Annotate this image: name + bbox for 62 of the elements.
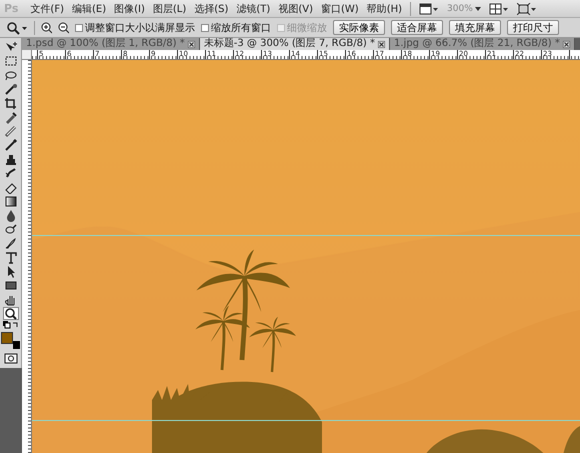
menu-item[interactable]: 文件(F) [30, 2, 64, 16]
marquee-icon [4, 55, 18, 68]
menu-item[interactable]: 图像(I) [114, 2, 145, 16]
menu-item[interactable]: 滤镜(T) [236, 2, 270, 16]
background-color-swatch[interactable] [12, 340, 20, 350]
tool-button[interactable] [2, 69, 18, 82]
rectangle-icon [4, 279, 18, 292]
tool-button[interactable] [2, 181, 18, 194]
menu-item[interactable]: 视图(V) [278, 2, 313, 16]
crop-icon [4, 97, 18, 110]
history-brush-icon [4, 167, 18, 180]
quick-select-icon [4, 83, 18, 96]
zoom-preset-button[interactable]: 适合屏幕 [391, 20, 443, 35]
close-icon[interactable] [378, 40, 386, 48]
hand-icon [4, 293, 18, 306]
tool-button[interactable] [2, 167, 18, 180]
arrange-documents-icon[interactable] [488, 2, 509, 14]
ruler-corner[interactable] [22, 50, 32, 60]
default-colors-icon[interactable] [2, 321, 18, 329]
zoom-out-icon[interactable] [58, 22, 69, 34]
tool-button[interactable] [2, 83, 18, 96]
dodge-icon [4, 223, 18, 236]
tool-button[interactable] [2, 97, 18, 110]
checkbox-label: 缩放所有窗口 [211, 22, 271, 34]
zoom-preset-button[interactable]: 填充屏幕 [449, 20, 501, 35]
screen-mode-icon[interactable] [516, 2, 537, 14]
gradient-icon [4, 195, 18, 208]
close-icon[interactable] [562, 40, 570, 48]
menu-item[interactable]: 选择(S) [194, 2, 228, 16]
screen-layout-icon[interactable] [419, 2, 440, 14]
tool-button[interactable] [2, 195, 18, 208]
menu-item[interactable]: 帮助(H) [366, 2, 402, 16]
quick-mask-icon[interactable] [4, 353, 18, 364]
text-icon [4, 251, 18, 264]
checkbox-label: 调整窗口大小以满屏显示 [85, 22, 195, 34]
tool-button[interactable] [2, 139, 18, 152]
foreground-color-swatch[interactable] [0, 332, 12, 344]
app-logo: Ps [4, 2, 18, 15]
tool-button[interactable] [2, 223, 18, 236]
checkbox-label: 细微缩放 [287, 22, 327, 34]
checkbox[interactable] [75, 24, 83, 32]
stamp-icon [4, 153, 18, 166]
zoom-icon [4, 307, 18, 320]
menu-item[interactable]: 编辑(E) [72, 2, 106, 16]
healing-brush-icon [4, 125, 18, 138]
zoom-tool-preset-icon[interactable] [6, 20, 28, 34]
pen-icon [4, 237, 18, 250]
eraser-icon [4, 181, 18, 194]
tool-button[interactable] [2, 307, 18, 320]
lasso-icon [4, 69, 18, 82]
caret-icon[interactable] [474, 6, 481, 10]
close-icon[interactable] [188, 40, 195, 48]
checkbox[interactable] [201, 24, 209, 32]
menu-item[interactable]: 图层(L) [152, 2, 186, 16]
eyedropper-icon [4, 111, 18, 124]
tool-button[interactable] [2, 279, 18, 292]
zoom-in-icon[interactable] [41, 22, 52, 34]
zoom-preset-button[interactable]: 实际像素 [333, 20, 385, 35]
tool-button[interactable] [2, 55, 18, 68]
brush-icon [4, 139, 18, 152]
menu-item[interactable]: 窗口(W) [320, 2, 359, 16]
zoom-preset-button[interactable]: 打印尺寸 [507, 20, 559, 35]
